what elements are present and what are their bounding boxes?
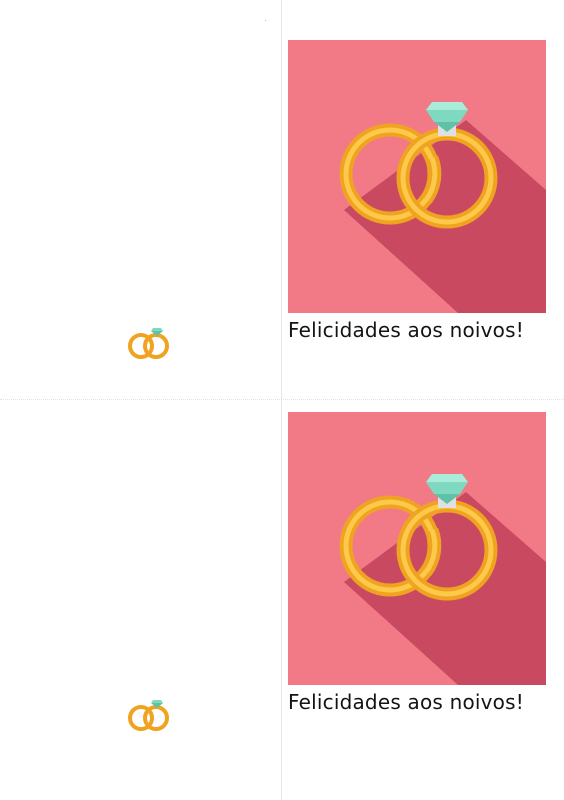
wedding-rings-icon xyxy=(339,102,546,313)
card-sheet: Felicidades aos noivos! Felicidades aos … xyxy=(0,0,564,800)
greeting-text: Felicidades aos noivos! xyxy=(288,318,524,342)
wedding-rings-icon xyxy=(128,700,169,731)
wedding-rings-icon xyxy=(339,474,546,685)
greeting-text: Felicidades aos noivos! xyxy=(288,690,524,714)
greeting-card-bottom: Felicidades aos noivos! xyxy=(0,372,564,772)
card-front-artwork xyxy=(288,412,546,685)
wedding-rings-icon xyxy=(128,328,169,359)
greeting-card-top: Felicidades aos noivos! xyxy=(0,0,564,400)
card-front-artwork xyxy=(288,40,546,313)
